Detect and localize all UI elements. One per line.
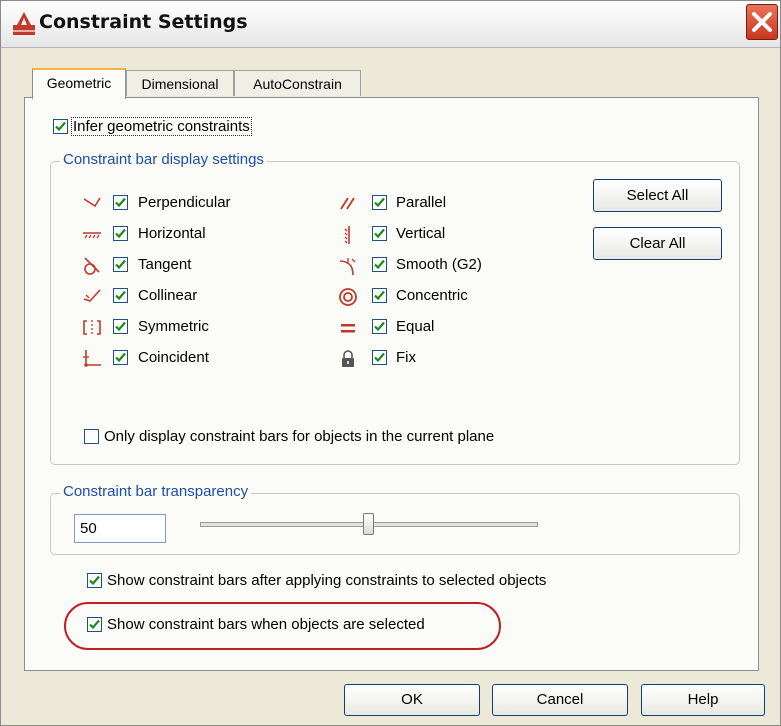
collinear-checkbox[interactable] <box>113 288 128 303</box>
vertical-checkbox[interactable] <box>372 226 387 241</box>
tangent-label[interactable]: Tangent <box>138 256 191 273</box>
coincident-icon <box>83 350 101 367</box>
tangent-checkbox[interactable] <box>113 257 128 272</box>
horizontal-checkbox[interactable] <box>113 226 128 241</box>
equal-icon <box>341 324 355 333</box>
highlight-annotation <box>64 602 501 650</box>
display-settings-title: Constraint bar display settings <box>60 151 267 168</box>
infer-checkbox[interactable] <box>53 119 68 134</box>
symmetric-checkbox[interactable] <box>113 319 128 334</box>
tangent-icon <box>84 257 100 275</box>
perpendicular-checkbox[interactable] <box>113 195 128 210</box>
check-icon <box>115 228 126 239</box>
check-icon <box>89 575 100 586</box>
dialog-title: Constraint Settings <box>39 11 248 33</box>
parallel-icon <box>340 197 355 210</box>
title-bar[interactable]: Constraint Settings <box>1 1 780 48</box>
show-after-apply-label[interactable]: Show constraint bars after applying cons… <box>107 572 546 589</box>
ok-button[interactable]: OK <box>344 684 480 716</box>
tab-autoconstrain[interactable]: AutoConstrain <box>234 70 361 96</box>
check-icon <box>115 259 126 270</box>
concentric-checkbox[interactable] <box>372 288 387 303</box>
check-icon <box>374 197 385 208</box>
close-icon <box>752 12 772 32</box>
vertical-label[interactable]: Vertical <box>396 225 445 242</box>
check-icon <box>374 321 385 332</box>
check-icon <box>115 290 126 301</box>
collinear-label[interactable]: Collinear <box>138 287 197 304</box>
fix-label[interactable]: Fix <box>396 349 416 366</box>
smooth-icon <box>339 258 356 276</box>
check-icon <box>115 321 126 332</box>
symmetric-label[interactable]: Symmetric <box>138 318 209 335</box>
lock-icon <box>342 350 354 367</box>
check-icon <box>374 290 385 301</box>
horizontal-label[interactable]: Horizontal <box>138 225 206 242</box>
show-after-apply-checkbox[interactable] <box>87 573 102 588</box>
perpendicular-label[interactable]: Perpendicular <box>138 194 231 211</box>
check-icon <box>115 197 126 208</box>
check-icon <box>374 259 385 270</box>
check-icon <box>374 352 385 363</box>
transparency-input[interactable]: 50 <box>74 514 166 543</box>
collinear-icon <box>83 289 101 302</box>
horizontal-icon <box>83 232 101 239</box>
transparency-slider-thumb[interactable] <box>363 513 374 535</box>
infer-label[interactable]: Infer geometric constraints <box>71 117 252 136</box>
concentric-label[interactable]: Concentric <box>396 287 468 304</box>
current-plane-checkbox[interactable] <box>84 429 99 444</box>
perpendicular-icon <box>83 197 101 208</box>
close-button[interactable] <box>746 4 778 40</box>
check-icon <box>55 121 66 132</box>
concentric-icon <box>339 288 357 306</box>
current-plane-label[interactable]: Only display constraint bars for objects… <box>104 428 494 445</box>
check-icon <box>374 228 385 239</box>
smooth-label[interactable]: Smooth (G2) <box>396 256 482 273</box>
symmetric-icon <box>83 320 101 335</box>
parallel-label[interactable]: Parallel <box>396 194 446 211</box>
coincident-checkbox[interactable] <box>113 350 128 365</box>
check-icon <box>115 352 126 363</box>
cancel-button[interactable]: Cancel <box>492 684 628 716</box>
parallel-checkbox[interactable] <box>372 195 387 210</box>
constraint-settings-dialog: Constraint Settings Geometric Dimensiona… <box>0 0 781 726</box>
select-all-button[interactable]: Select All <box>593 179 722 212</box>
tab-dimensional[interactable]: Dimensional <box>126 70 234 96</box>
coincident-label[interactable]: Coincident <box>138 349 209 366</box>
smooth-checkbox[interactable] <box>372 257 387 272</box>
transparency-title: Constraint bar transparency <box>60 483 252 500</box>
clear-all-button[interactable]: Clear All <box>593 227 722 260</box>
equal-label[interactable]: Equal <box>396 318 434 335</box>
vertical-icon <box>344 226 350 244</box>
fix-checkbox[interactable] <box>372 350 387 365</box>
equal-checkbox[interactable] <box>372 319 387 334</box>
tab-geometric[interactable]: Geometric <box>32 68 126 99</box>
autocad-icon <box>13 12 35 35</box>
help-button[interactable]: Help <box>641 684 765 716</box>
